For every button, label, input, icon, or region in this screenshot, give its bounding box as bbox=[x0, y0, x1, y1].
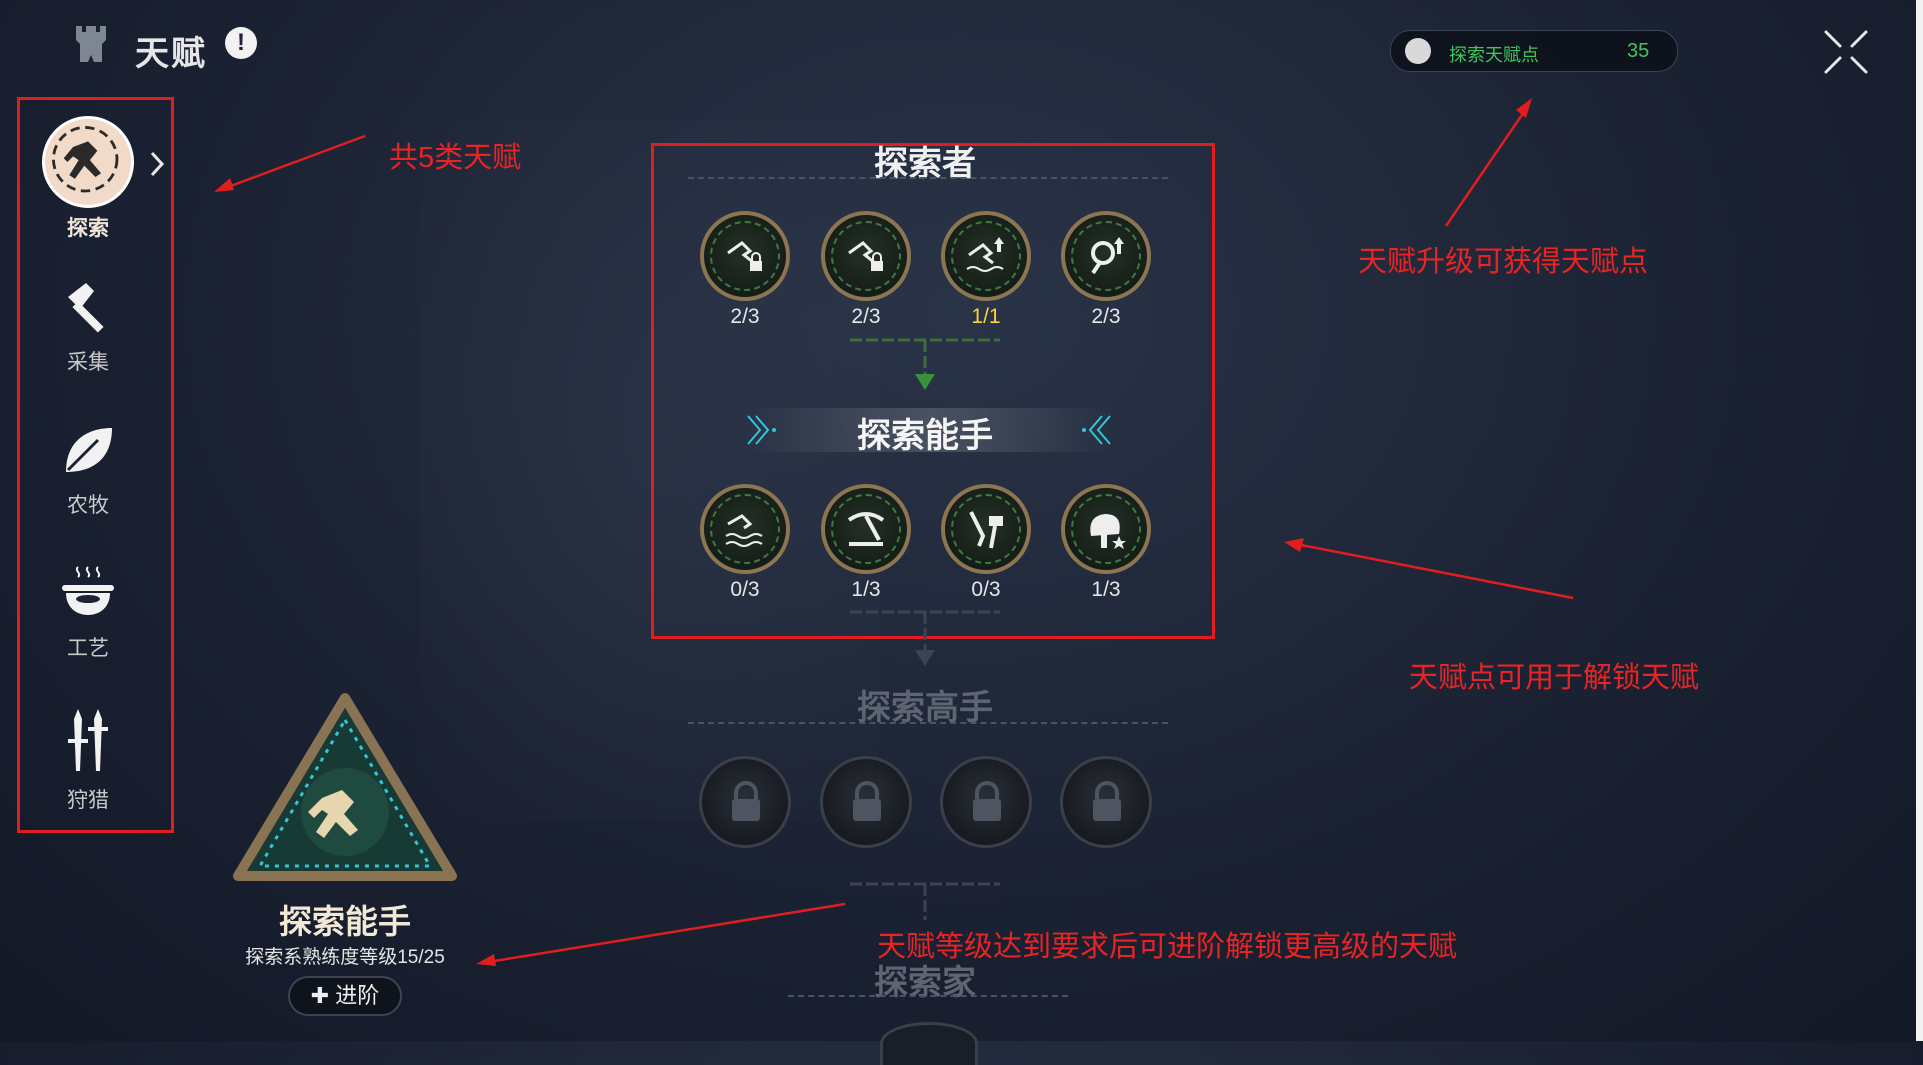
divider bbox=[688, 177, 1168, 179]
lock-icon bbox=[1093, 781, 1121, 821]
talent-level: 1/1 bbox=[971, 305, 1001, 328]
pickaxe-icon bbox=[847, 512, 885, 546]
talent-level: 0/3 bbox=[971, 578, 1001, 601]
annotation-advance: 天赋等级达到要求后可进阶解锁更高级的天赋 bbox=[877, 931, 1458, 963]
edge-strip bbox=[1916, 0, 1923, 1041]
swim-lock-icon bbox=[848, 241, 883, 271]
chevron-right-icon bbox=[150, 151, 165, 177]
talent-node[interactable] bbox=[1061, 484, 1151, 574]
category-crafting[interactable]: 工艺 bbox=[38, 563, 138, 662]
swim-wave-icon bbox=[725, 514, 763, 547]
lock-icon bbox=[973, 781, 1001, 821]
talent-level: 2/3 bbox=[851, 305, 881, 328]
explore-points-icon bbox=[1405, 38, 1431, 64]
annotation-arrow bbox=[214, 134, 366, 192]
category-gather[interactable]: 采集 bbox=[38, 277, 138, 376]
axe-icon bbox=[68, 283, 104, 333]
close-icon[interactable] bbox=[1822, 28, 1870, 76]
talent-node[interactable] bbox=[1061, 211, 1151, 301]
search-up-icon bbox=[1091, 237, 1124, 275]
swim-lock-icon bbox=[727, 241, 762, 271]
category-label: 探索 bbox=[67, 217, 109, 240]
category-label: 农牧 bbox=[67, 494, 109, 517]
talent-node[interactable] bbox=[821, 211, 911, 301]
locked-talent-node[interactable] bbox=[940, 756, 1032, 848]
talent-points-value: 35 bbox=[1627, 40, 1650, 62]
talent-node[interactable] bbox=[700, 211, 790, 301]
tier-connector bbox=[850, 338, 1000, 390]
info-warning-icon[interactable]: ! bbox=[225, 27, 257, 59]
talent-level: 2/3 bbox=[730, 305, 760, 328]
advance-label: 进阶 bbox=[335, 983, 380, 1008]
cooking-pot-icon bbox=[62, 566, 114, 615]
locked-talent-node[interactable] bbox=[820, 756, 912, 848]
lock-icon bbox=[853, 781, 881, 821]
talent-points-display: 探索天赋点 35 bbox=[1390, 30, 1678, 72]
tools-icon bbox=[969, 511, 1003, 549]
tower-icon bbox=[76, 26, 106, 62]
advance-button[interactable]: ✚ 进阶 bbox=[288, 976, 402, 1016]
talent-node[interactable] bbox=[941, 211, 1031, 301]
talent-node[interactable] bbox=[700, 484, 790, 574]
annotation-arrow bbox=[1284, 538, 1574, 600]
run-icon bbox=[42, 116, 134, 208]
locked-talent-node[interactable] bbox=[699, 756, 791, 848]
badge-proficiency: 探索系熟练度等级15/25 bbox=[245, 947, 445, 968]
talent-level: 2/3 bbox=[1091, 305, 1121, 328]
annotation-categories: 共5类天赋 bbox=[389, 142, 522, 174]
locked-talent-node[interactable] bbox=[1060, 756, 1152, 848]
talent-node[interactable] bbox=[941, 484, 1031, 574]
locked-talent-node bbox=[880, 1022, 978, 1065]
swim-up-icon bbox=[966, 237, 1004, 272]
leaf-icon bbox=[66, 428, 112, 472]
divider bbox=[688, 722, 1168, 724]
category-hunting[interactable]: 狩猎 bbox=[38, 705, 138, 814]
annotation-arrow bbox=[1444, 98, 1532, 227]
tree-star-icon bbox=[1090, 514, 1126, 549]
talent-level: 1/3 bbox=[1091, 578, 1121, 601]
category-label: 狩猎 bbox=[67, 789, 109, 812]
badge-title: 探索能手 bbox=[279, 903, 411, 940]
page-title: 天赋 bbox=[135, 35, 207, 73]
talent-node[interactable] bbox=[821, 484, 911, 574]
category-label: 工艺 bbox=[67, 637, 109, 660]
divider bbox=[788, 995, 1068, 997]
rank-badge-icon bbox=[233, 693, 457, 881]
spears-icon bbox=[68, 709, 108, 771]
tier-title: 探索能手 bbox=[857, 417, 993, 455]
talent-points-label: 探索天赋点 bbox=[1449, 45, 1539, 65]
annotation-points: 天赋升级可获得天赋点 bbox=[1358, 246, 1649, 278]
category-explore[interactable]: 探索 bbox=[38, 116, 138, 242]
talent-level: 1/3 bbox=[851, 578, 881, 601]
annotation-unlock: 天赋点可用于解锁天赋 bbox=[1409, 662, 1700, 694]
category-farming[interactable]: 农牧 bbox=[38, 420, 138, 519]
talent-level: 0/3 bbox=[730, 578, 760, 601]
plus-icon: ✚ bbox=[310, 983, 330, 1008]
category-label: 采集 bbox=[67, 351, 109, 374]
tier-connector bbox=[850, 610, 1000, 666]
annotation-arrow bbox=[476, 902, 846, 966]
lock-icon bbox=[732, 781, 760, 821]
